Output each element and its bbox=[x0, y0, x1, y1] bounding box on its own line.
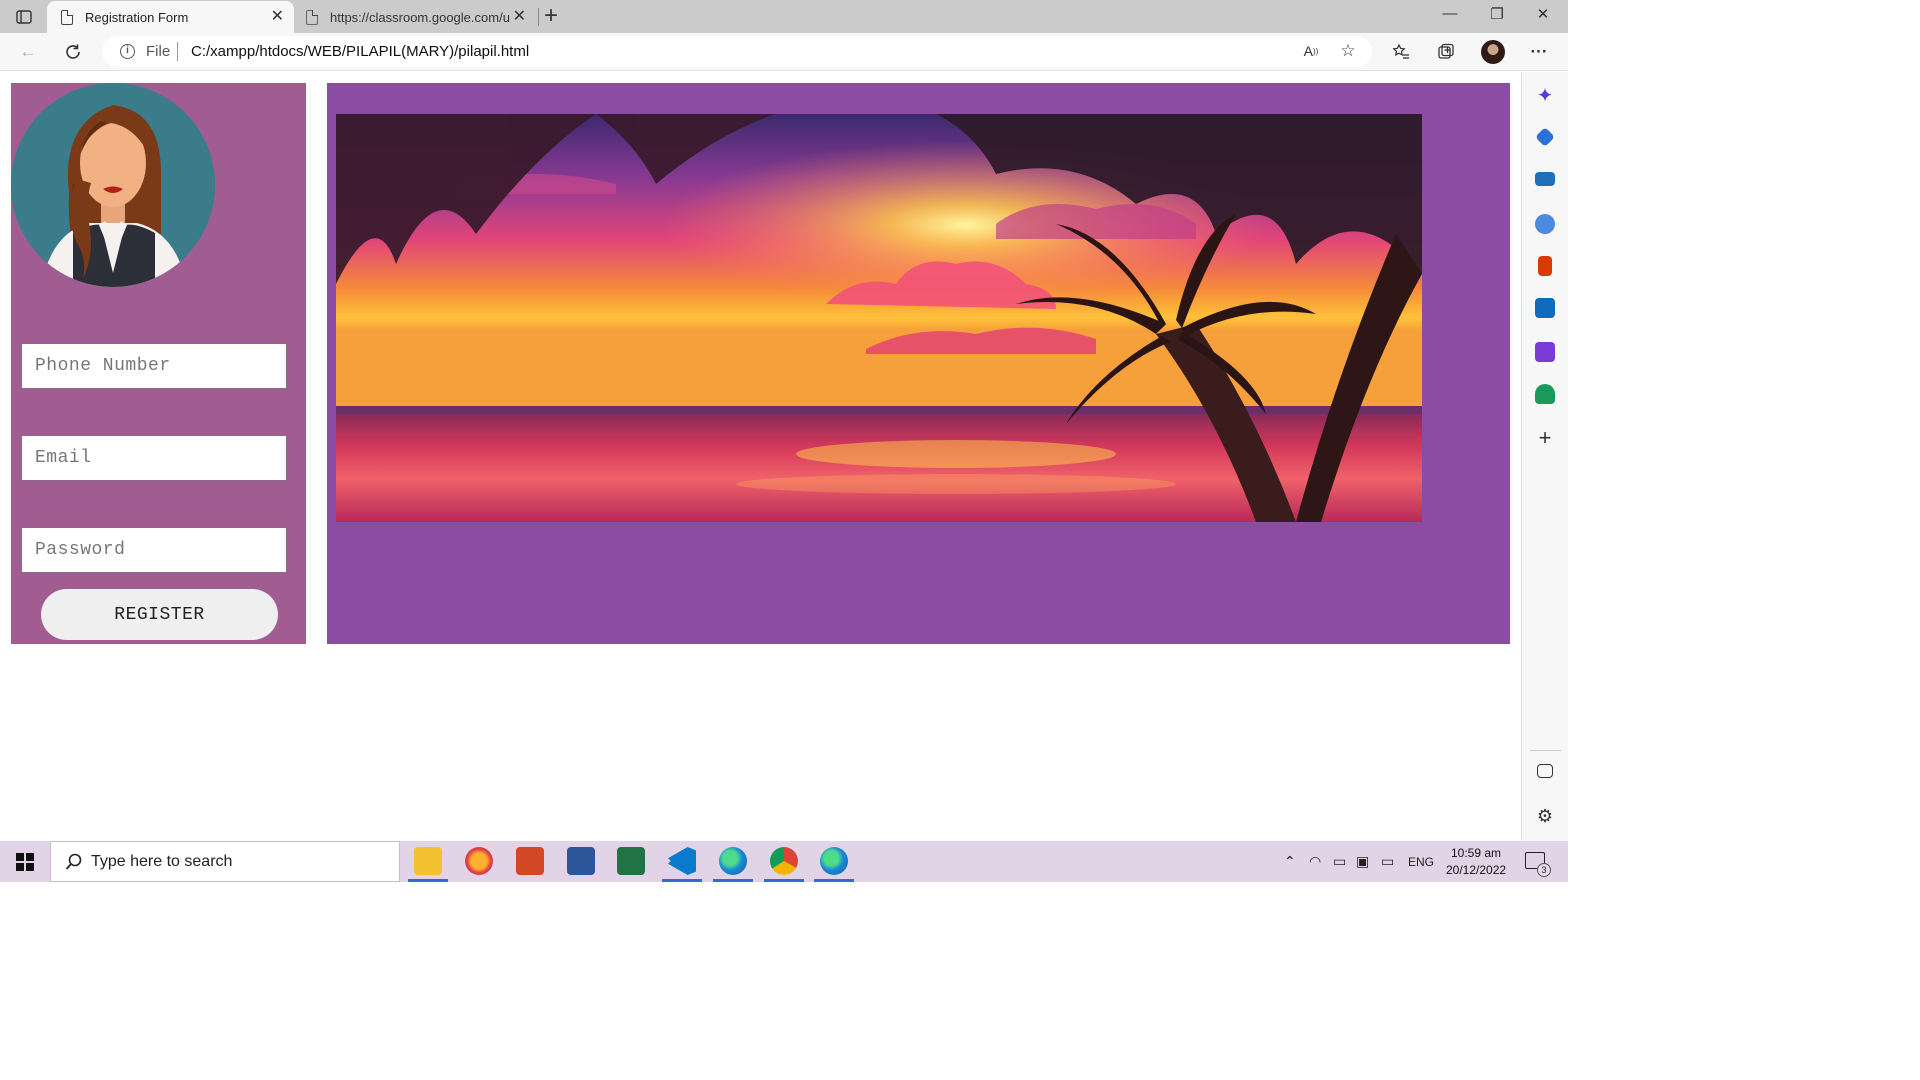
email-input[interactable] bbox=[21, 435, 287, 481]
designer-icon[interactable] bbox=[1535, 342, 1555, 362]
favorites-icon[interactable] bbox=[1390, 41, 1412, 63]
games-icon[interactable] bbox=[1535, 214, 1555, 234]
page-icon bbox=[61, 9, 73, 25]
chrome-icon[interactable] bbox=[770, 847, 798, 875]
address-separator bbox=[177, 42, 178, 61]
browser-toolbar: ← i File C:/xampp/htdocs/WEB/PILAPIL(MAR… bbox=[0, 33, 1568, 71]
battery-icon[interactable]: ▭ bbox=[1381, 853, 1394, 870]
edge-icon[interactable] bbox=[820, 847, 848, 875]
new-tab-icon[interactable]: + bbox=[544, 4, 558, 28]
copilot-icon[interactable]: ✦ bbox=[1535, 86, 1555, 106]
password-input[interactable] bbox=[21, 527, 287, 573]
tab-title: https://classroom.google.com/u/ bbox=[330, 9, 510, 25]
tab-google-classroom[interactable]: https://classroom.google.com/u/ ✕ bbox=[300, 1, 536, 33]
edge-sidebar: ✦ + ⚙ bbox=[1521, 72, 1568, 841]
banner-panel bbox=[327, 83, 1510, 644]
restore-icon[interactable]: ❐ bbox=[1487, 5, 1507, 23]
sidebar-divider bbox=[1530, 750, 1561, 751]
word-icon[interactable] bbox=[567, 847, 595, 875]
active-indicator bbox=[713, 879, 753, 882]
active-indicator bbox=[662, 879, 702, 882]
tools-icon[interactable] bbox=[1535, 172, 1555, 186]
show-hidden-icons-icon[interactable]: ⌃ bbox=[1284, 853, 1296, 870]
edge-icon[interactable] bbox=[719, 847, 747, 875]
browser-tab-strip: Registration Form ✕ https://classroom.go… bbox=[0, 0, 1568, 33]
clock[interactable]: 10:59 am 20/12/2022 bbox=[1446, 845, 1506, 879]
phone-number-input[interactable] bbox=[21, 343, 287, 389]
windows-start-icon[interactable] bbox=[16, 853, 34, 871]
add-sidebar-app-icon[interactable]: + bbox=[1535, 427, 1555, 449]
vscode-icon[interactable] bbox=[668, 847, 696, 875]
collections-icon[interactable] bbox=[1435, 41, 1457, 63]
taskbar-search-box[interactable]: Type here to search bbox=[50, 841, 400, 882]
search-placeholder: Type here to search bbox=[91, 853, 233, 870]
sunset-beach-banner-image bbox=[336, 114, 1422, 522]
active-indicator bbox=[814, 879, 854, 882]
clock-date: 20/12/2022 bbox=[1446, 863, 1507, 877]
hide-sidebar-icon[interactable] bbox=[1537, 764, 1553, 778]
user-avatar-image bbox=[11, 83, 215, 287]
file-scheme-label: File bbox=[146, 43, 171, 60]
page-viewport: REGISTER bbox=[0, 72, 1521, 841]
registration-panel: REGISTER bbox=[11, 83, 306, 644]
meet-icon[interactable]: ▭ bbox=[1333, 853, 1346, 870]
office-icon[interactable] bbox=[1538, 256, 1552, 276]
more-options-icon[interactable]: ··· bbox=[1528, 41, 1550, 63]
active-indicator bbox=[764, 879, 804, 882]
tree-icon[interactable] bbox=[1535, 384, 1555, 404]
add-favorite-icon[interactable]: ☆ bbox=[1337, 40, 1359, 62]
close-tab-icon[interactable]: ✕ bbox=[271, 9, 284, 25]
clock-time: 10:59 am bbox=[1451, 846, 1502, 860]
shopping-tag-icon[interactable] bbox=[1535, 127, 1555, 147]
profile-avatar[interactable] bbox=[1481, 40, 1505, 64]
active-indicator bbox=[408, 879, 448, 882]
tab-separator bbox=[538, 8, 539, 26]
close-window-icon[interactable]: ✕ bbox=[1533, 5, 1553, 23]
network-icon[interactable]: ◠ bbox=[1309, 853, 1321, 870]
address-bar[interactable]: i File C:/xampp/htdocs/WEB/PILAPIL(MARY)… bbox=[102, 36, 1372, 67]
excel-icon[interactable] bbox=[617, 847, 645, 875]
notification-count-badge: 3 bbox=[1537, 863, 1551, 877]
close-tab-icon[interactable]: ✕ bbox=[513, 9, 526, 25]
tab-actions-menu-icon[interactable] bbox=[12, 6, 36, 28]
url-text[interactable]: C:/xampp/htdocs/WEB/PILAPIL(MARY)/pilapi… bbox=[191, 43, 529, 60]
tray-app-icon[interactable]: ▣ bbox=[1356, 853, 1369, 870]
windows-taskbar: Type here to search ⌃ ◠ ▭ ▣ ▭ ENG 10:59 … bbox=[0, 841, 1568, 882]
tab-title: Registration Form bbox=[85, 9, 189, 25]
read-aloud-icon[interactable]: A)) bbox=[1300, 40, 1322, 62]
page-icon bbox=[306, 9, 318, 25]
search-icon bbox=[65, 853, 82, 870]
settings-gear-icon[interactable]: ⚙ bbox=[1535, 806, 1555, 826]
refresh-icon[interactable] bbox=[62, 41, 84, 63]
file-explorer-icon[interactable] bbox=[414, 847, 442, 875]
minimize-icon[interactable]: — bbox=[1440, 5, 1460, 22]
firefox-icon[interactable] bbox=[465, 847, 493, 875]
powerpoint-icon[interactable] bbox=[516, 847, 544, 875]
outlook-icon[interactable] bbox=[1535, 298, 1555, 318]
register-button[interactable]: REGISTER bbox=[41, 589, 278, 640]
back-arrow-icon[interactable]: ← bbox=[17, 41, 39, 63]
language-indicator[interactable]: ENG bbox=[1408, 855, 1434, 869]
tab-registration-form[interactable]: Registration Form ✕ bbox=[47, 1, 294, 33]
info-icon[interactable]: i bbox=[120, 44, 135, 59]
